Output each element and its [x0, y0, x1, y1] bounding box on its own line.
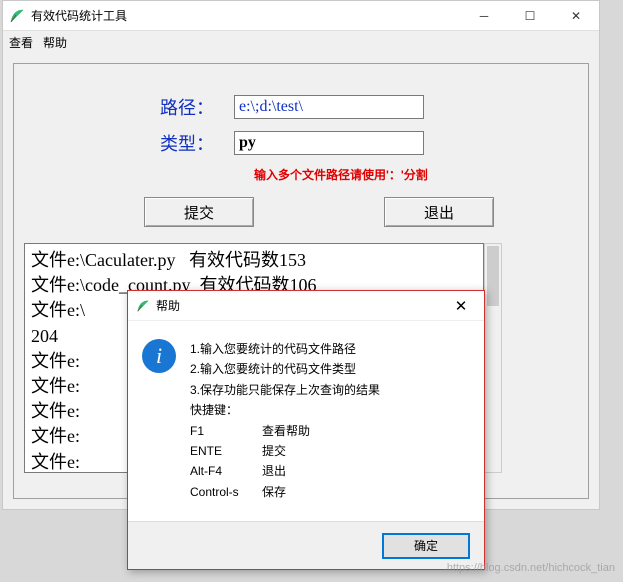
help-line-3: 3.保存功能只能保存上次查询的结果 — [190, 380, 380, 400]
help-dialog: 帮助 ✕ i 1.输入您要统计的代码文件路径 2.输入您要统计的代码文件类型 3… — [127, 290, 485, 570]
shortcut-val: 退出 — [262, 461, 286, 481]
shortcut-f1: F1 查看帮助 — [190, 421, 380, 441]
close-button[interactable]: ✕ — [553, 1, 599, 31]
shortcut-val: 保存 — [262, 482, 286, 502]
path-input[interactable] — [234, 95, 424, 119]
button-row: 提交 退出 — [144, 197, 558, 227]
help-line-1: 1.输入您要统计的代码文件路径 — [190, 339, 380, 359]
help-line-2: 2.输入您要统计的代码文件类型 — [190, 359, 380, 379]
shortcut-key: Control-s — [190, 482, 262, 502]
shortcut-key: Alt-F4 — [190, 461, 262, 481]
exit-button[interactable]: 退出 — [384, 197, 494, 227]
app-icon — [9, 8, 25, 24]
dialog-footer: 确定 — [128, 521, 484, 569]
window-title: 有效代码统计工具 — [31, 7, 461, 24]
maximize-button[interactable]: ☐ — [507, 1, 553, 31]
type-row: 类型： — [44, 130, 558, 156]
titlebar: 有效代码统计工具 ─ ☐ ✕ — [3, 1, 599, 31]
shortcut-enter: ENTE 提交 — [190, 441, 380, 461]
dialog-ok-button[interactable]: 确定 — [382, 533, 470, 559]
path-hint: 输入多个文件路径请使用'：'分割 — [254, 166, 558, 183]
dialog-close-button[interactable]: ✕ — [446, 297, 476, 315]
shortcut-key: ENTE — [190, 441, 262, 461]
shortcut-val: 查看帮助 — [262, 421, 310, 441]
shortcuts-label: 快捷键： — [190, 400, 380, 420]
dialog-body: i 1.输入您要统计的代码文件路径 2.输入您要统计的代码文件类型 3.保存功能… — [128, 321, 484, 521]
menu-help[interactable]: 帮助 — [43, 34, 67, 51]
shortcut-ctrls: Control-s 保存 — [190, 482, 380, 502]
type-label: 类型： — [44, 130, 234, 156]
dialog-icon — [136, 299, 150, 313]
watermark: https://blog.csdn.net/hichcock_tian — [447, 562, 615, 574]
scroll-thumb[interactable] — [487, 246, 499, 306]
shortcut-val: 提交 — [262, 441, 286, 461]
menu-view[interactable]: 查看 — [9, 34, 33, 51]
dialog-titlebar: 帮助 ✕ — [128, 291, 484, 321]
menubar: 查看 帮助 — [3, 31, 599, 53]
output-scrollbar[interactable] — [484, 243, 502, 473]
window-controls: ─ ☐ ✕ — [461, 1, 599, 31]
dialog-text: 1.输入您要统计的代码文件路径 2.输入您要统计的代码文件类型 3.保存功能只能… — [190, 339, 380, 513]
submit-button[interactable]: 提交 — [144, 197, 254, 227]
dialog-title: 帮助 — [156, 297, 446, 314]
path-label: 路径： — [44, 94, 234, 120]
shortcut-altf4: Alt-F4 退出 — [190, 461, 380, 481]
type-input[interactable] — [234, 131, 424, 155]
info-icon: i — [142, 339, 176, 373]
shortcut-key: F1 — [190, 421, 262, 441]
path-row: 路径： — [44, 94, 558, 120]
minimize-button[interactable]: ─ — [461, 1, 507, 31]
